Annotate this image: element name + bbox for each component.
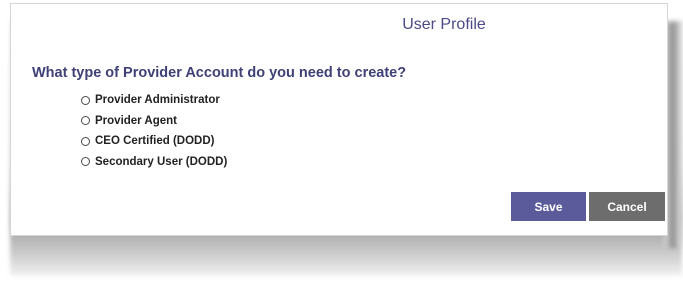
account-type-question: What type of Provider Account do you nee… bbox=[32, 65, 407, 81]
ceo-certified-radio[interactable] bbox=[81, 136, 90, 146]
dialog-title: User Profile bbox=[402, 16, 486, 33]
option-label: Provider Agent bbox=[95, 114, 178, 127]
provider-agent-radio[interactable] bbox=[81, 116, 90, 126]
screen: User Profile What type of Provider Accou… bbox=[0, 0, 683, 282]
option-label: CEO Certified (DODD) bbox=[95, 135, 215, 148]
account-type-options: Provider Administrator Provider Agent CE… bbox=[81, 90, 227, 172]
save-button[interactable]: Save bbox=[511, 192, 586, 221]
cancel-button[interactable]: Cancel bbox=[589, 192, 665, 221]
option-label: Secondary User (DODD) bbox=[95, 155, 228, 168]
option-secondary-user[interactable]: Secondary User (DODD) bbox=[81, 152, 227, 173]
option-ceo-certified[interactable]: CEO Certified (DODD) bbox=[81, 131, 227, 152]
option-label: Provider Administrator bbox=[95, 94, 220, 107]
user-profile-dialog: User Profile What type of Provider Accou… bbox=[10, 3, 668, 236]
option-provider-agent[interactable]: Provider Agent bbox=[81, 111, 227, 132]
secondary-user-radio[interactable] bbox=[81, 157, 90, 167]
provider-administrator-radio[interactable] bbox=[81, 95, 90, 105]
option-provider-administrator[interactable]: Provider Administrator bbox=[81, 90, 227, 111]
